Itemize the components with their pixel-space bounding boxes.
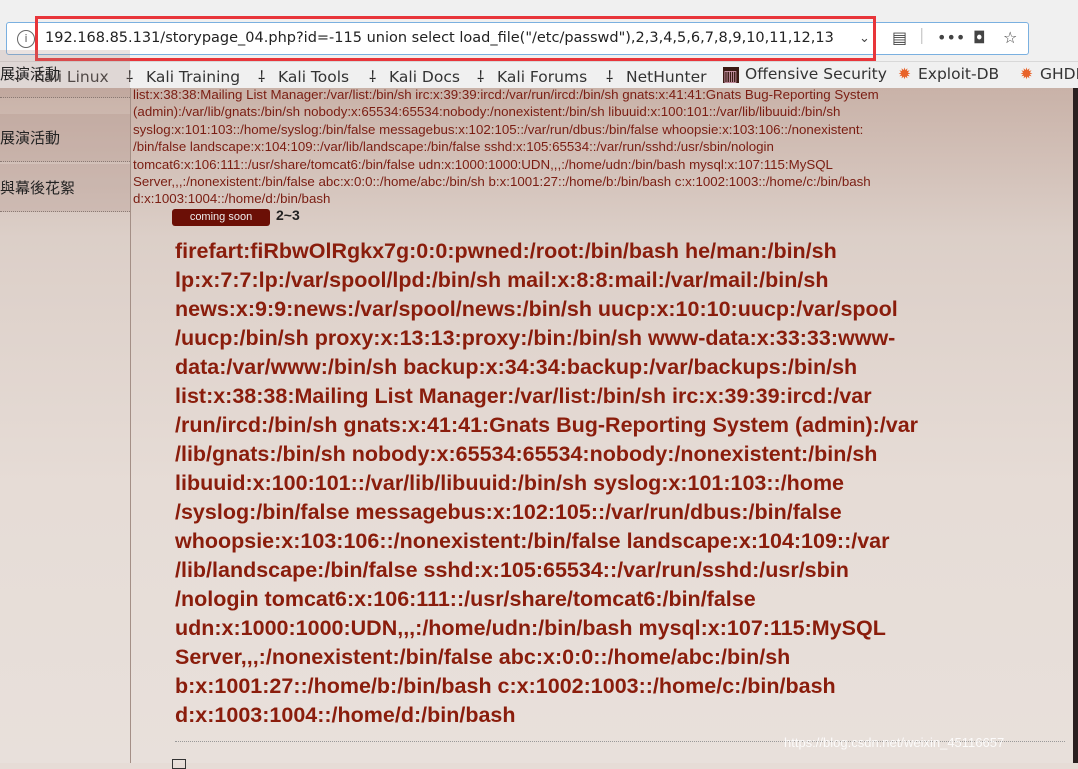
- bookmark-label: GHDB: [1040, 65, 1078, 83]
- more-icon[interactable]: •••: [937, 28, 965, 47]
- bookmark-label: Kali Docs: [389, 68, 460, 86]
- bookmark-label: Kali Tools: [278, 68, 350, 86]
- text-line: Server,,,:/nonexistent:/bin/false abc:x:…: [175, 645, 791, 669]
- bookmark-exploit-db[interactable]: ✹ Exploit-DB: [898, 65, 999, 83]
- text-line: news:x:9:9:news:/var/spool/news:/bin/sh …: [175, 297, 898, 321]
- reader-view-icon[interactable]: ▤: [892, 28, 907, 47]
- text-line: /uucp:/bin/sh proxy:x:13:13:proxy:/bin:/…: [175, 326, 896, 350]
- text-line: Server,,,:/nonexistent:/bin/false abc:x:…: [133, 174, 871, 190]
- bookmark-label: Exploit-DB: [918, 65, 1000, 83]
- text-line: list:x:38:38:Mailing List Manager:/var/l…: [133, 87, 879, 102]
- text-line: /nologin tomcat6:x:106:111::/usr/share/t…: [175, 587, 756, 611]
- kali-dragon-icon: ⸸: [258, 68, 266, 86]
- text-line: list:x:38:38:Mailing List Manager:/var/l…: [175, 384, 872, 408]
- star-icon[interactable]: ☆: [1003, 28, 1017, 47]
- separator: |: [919, 25, 925, 44]
- bookmark-label: Offensive Security: [745, 65, 887, 83]
- text-line: lp:x:7:7:lp:/var/spool/lpd:/bin/sh mail:…: [175, 268, 829, 292]
- url-highlight-box: [35, 16, 876, 61]
- text-line: /lib/landscape:/bin/false sshd:x:105:655…: [175, 558, 849, 582]
- bookmark-nethunter[interactable]: ⸸ NetHunter: [606, 65, 707, 87]
- bookmark-ghdb[interactable]: ✹ GHDB: [1020, 65, 1078, 83]
- bookmark-kali-forums[interactable]: ⸸ Kali Forums: [477, 65, 587, 87]
- info-icon[interactable]: i: [17, 30, 35, 48]
- text-line: d:x:1003:1004::/home/d:/bin/bash: [133, 191, 331, 207]
- bookmarks-bar: ⸸ Kali Linux ⸸ Kali Training ⸸ Kali Tools ⸸…: [0, 62, 1078, 88]
- passwd-output-large: firefart:fiRbwOlRgkx7g:0:0:pwned:/root:/…: [175, 237, 918, 730]
- sidebar-item-label: 與幕後花絮: [0, 179, 76, 197]
- sidebar-item[interactable]: 展演活動: [0, 50, 130, 98]
- text-line: data:/var/www:/bin/sh backup:x:34:34:bac…: [175, 355, 858, 379]
- pocket-icon[interactable]: ◘: [973, 28, 986, 47]
- page-border: [1073, 88, 1078, 763]
- text-line: whoopsie:x:103:106::/nonexistent:/bin/fa…: [175, 529, 890, 553]
- range-label: 2~3: [276, 207, 300, 223]
- bookmark-kali-tools[interactable]: ⸸ Kali Tools: [258, 65, 349, 87]
- kali-dragon-icon: ⸸: [606, 68, 614, 86]
- text-line: (admin):/var/lib/gnats:/bin/sh nobody:x:…: [133, 104, 841, 120]
- text-line: syslog:x:101:103::/home/syslog:/bin/fals…: [133, 121, 864, 137]
- text-line: libuuid:x:100:101::/var/lib/libuuid:/bin…: [175, 471, 845, 495]
- bookmark-label: Kali Training: [146, 68, 241, 86]
- watermark: https://blog.csdn.net/weixin_45116657: [784, 735, 1005, 750]
- text-line: b:x:1001:27::/home/b:/bin/bash c:x:1002:…: [175, 674, 836, 698]
- sidebar: 展演活動 展演活動 與幕後花絮: [0, 50, 131, 763]
- sidebar-item-label: 展演活動: [0, 65, 61, 83]
- sidebar-item[interactable]: 與幕後花絮: [0, 164, 130, 212]
- coming-soon-badge: coming soon: [172, 209, 270, 226]
- text-line: firefart:fiRbwOlRgkx7g:0:0:pwned:/root:/…: [175, 239, 837, 263]
- text-line: d:x:1003:1004::/home/d:/bin/bash: [175, 703, 516, 727]
- sidebar-item[interactable]: 展演活動: [0, 114, 130, 162]
- offsec-icon: ▥: [723, 67, 739, 85]
- text-line: tomcat6:x:106:111::/usr/share/tomcat6:/b…: [133, 156, 833, 172]
- bookmark-offensive-security[interactable]: ▥ Offensive Security: [723, 65, 887, 85]
- exploitdb-bug-icon: ✹: [1020, 65, 1033, 83]
- passwd-output-small: list:x:38:38:Mailing List Manager:/var/l…: [133, 86, 879, 208]
- bookmark-label: NetHunter: [626, 68, 707, 86]
- bookmark-kali-docs[interactable]: ⸸ Kali Docs: [369, 65, 460, 87]
- kali-dragon-icon: ⸸: [477, 68, 485, 86]
- exploitdb-bug-icon: ✹: [898, 65, 911, 83]
- text-line: udn:x:1000:1000:UDN,,,:/home/udn:/bin/ba…: [175, 616, 886, 640]
- text-line: /run/ircd:/bin/sh gnats:x:41:41:Gnats Bu…: [175, 413, 919, 437]
- text-line: /lib/gnats:/bin/sh nobody:x:65534:65534:…: [175, 442, 878, 466]
- text-line: /syslog:/bin/false messagebus:x:102:105:…: [175, 500, 842, 524]
- sidebar-item-label: 展演活動: [0, 129, 61, 147]
- bookmark-label: Kali Forums: [497, 68, 588, 86]
- checkbox[interactable]: [172, 759, 186, 769]
- text-line: /bin/false landscape:x:104:109::/var/lib…: [133, 139, 774, 155]
- bookmark-kali-training[interactable]: ⸸ Kali Training: [126, 65, 240, 87]
- kali-dragon-icon: ⸸: [369, 68, 377, 86]
